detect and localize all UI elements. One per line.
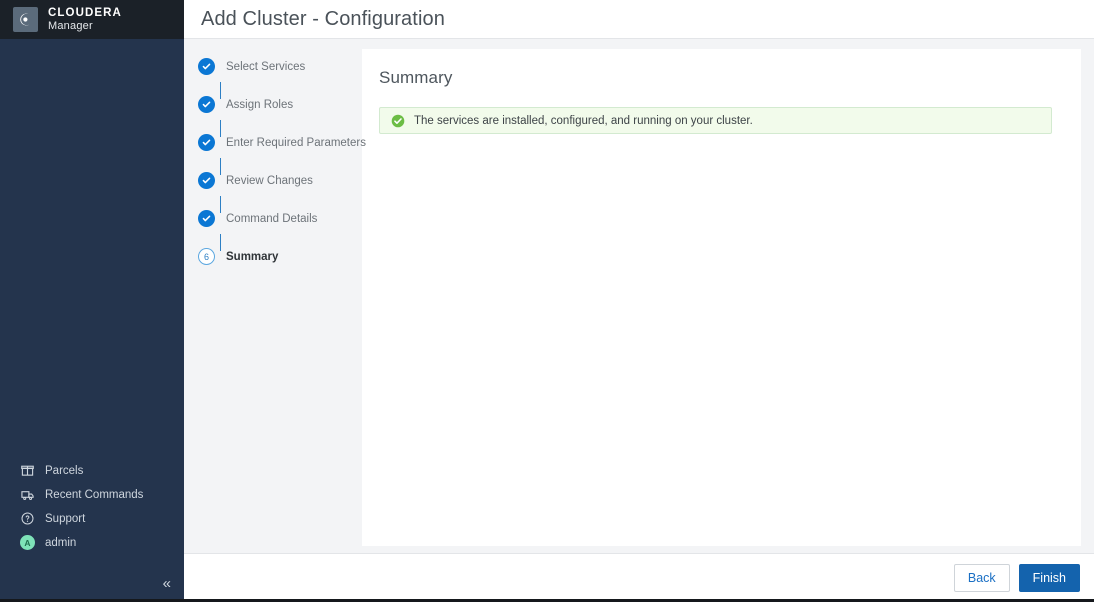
- body-area: Select Services Assign Roles Enter Requi…: [184, 39, 1094, 553]
- step-number-badge: 6: [198, 248, 215, 265]
- brand-subtitle: Manager: [48, 19, 93, 32]
- sidebar-item-admin[interactable]: A admin: [0, 531, 184, 554]
- wizard-step-summary[interactable]: 6 Summary: [198, 246, 362, 267]
- wizard-steps-panel: Select Services Assign Roles Enter Requi…: [184, 39, 366, 553]
- sidebar-item-recent-commands[interactable]: Recent Commands: [0, 483, 184, 506]
- step-connector-line: [220, 196, 221, 213]
- success-alert-message: The services are installed, configured, …: [414, 114, 753, 127]
- sidebar-item-label: Parcels: [45, 464, 84, 477]
- collapse-sidebar-icon[interactable]: «: [163, 576, 171, 591]
- cloudera-manager-window: CLOUDERA Manager Parcels Recent Commands…: [0, 0, 1094, 602]
- success-alert: The services are installed, configured, …: [379, 107, 1052, 134]
- content-card: Summary The services are installed, conf…: [362, 49, 1081, 546]
- step-complete-check-icon: [198, 172, 215, 189]
- page-title: Add Cluster - Configuration: [201, 7, 445, 30]
- step-label: Review Changes: [226, 174, 313, 187]
- back-button[interactable]: Back: [953, 564, 1010, 592]
- finish-button[interactable]: Finish: [1018, 564, 1080, 592]
- step-label: Command Details: [226, 212, 318, 225]
- top-bar: Add Cluster - Configuration: [184, 0, 1094, 39]
- wizard-step-command-details[interactable]: Command Details: [198, 208, 362, 251]
- step-label: Assign Roles: [226, 98, 294, 111]
- step-complete-check-icon: [198, 134, 215, 151]
- step-complete-check-icon: [198, 210, 215, 227]
- step-connector-line: [220, 234, 221, 251]
- sidebar-item-support[interactable]: Support: [0, 507, 184, 530]
- step-connector-line: [220, 120, 221, 137]
- main-area: Add Cluster - Configuration Select Servi…: [184, 0, 1094, 602]
- sidebar: CLOUDERA Manager Parcels Recent Commands…: [0, 0, 184, 602]
- avatar-icon: A: [19, 534, 36, 551]
- sidebar-item-label: admin: [45, 536, 77, 549]
- wizard-step-enter-required-parameters[interactable]: Enter Required Parameters: [198, 132, 366, 175]
- wizard-step-select-services[interactable]: Select Services: [198, 56, 362, 99]
- sidebar-item-label: Support: [45, 512, 86, 525]
- brand-title: CLOUDERA: [48, 6, 122, 19]
- brand-text: CLOUDERA Manager: [48, 7, 122, 32]
- step-label: Select Services: [226, 60, 306, 73]
- wizard-step-review-changes[interactable]: Review Changes: [198, 170, 362, 213]
- sidebar-footer: «: [0, 565, 184, 602]
- summary-heading: Summary: [379, 68, 453, 87]
- step-label: Summary: [226, 250, 279, 263]
- parcel-box-icon: [19, 462, 36, 479]
- step-number: 6: [203, 251, 209, 262]
- sidebar-item-parcels[interactable]: Parcels: [0, 459, 184, 482]
- wizard-footer: Back Finish: [184, 553, 1094, 602]
- cloudera-c-logo-icon: [13, 7, 38, 32]
- sidebar-bottom-nav: Parcels Recent Commands Support A admin: [0, 459, 184, 565]
- step-complete-check-icon: [198, 96, 215, 113]
- step-connector-line: [220, 82, 221, 99]
- success-check-icon: [391, 114, 405, 127]
- wizard-steps-list: Select Services Assign Roles Enter Requi…: [184, 56, 366, 267]
- step-label: Enter Required Parameters: [226, 136, 366, 149]
- step-connector-line: [220, 158, 221, 175]
- recent-commands-icon: [19, 486, 36, 503]
- step-complete-check-icon: [198, 58, 215, 75]
- wizard-step-assign-roles[interactable]: Assign Roles: [198, 94, 362, 137]
- question-circle-icon: [19, 510, 36, 527]
- brand-header[interactable]: CLOUDERA Manager: [0, 0, 184, 39]
- avatar-initial: A: [20, 535, 35, 550]
- sidebar-item-label: Recent Commands: [45, 488, 144, 501]
